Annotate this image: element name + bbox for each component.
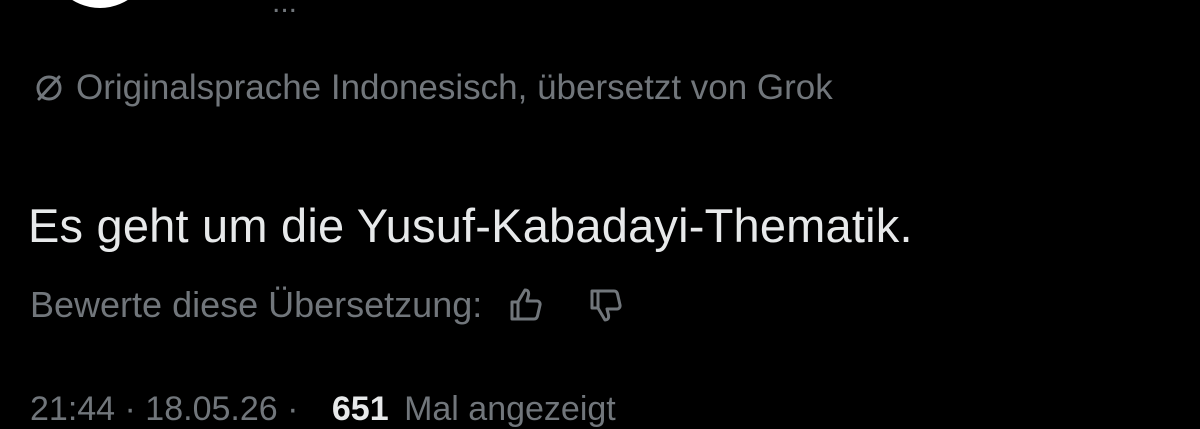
thumbs-down-icon — [590, 289, 622, 322]
author-name[interactable]: ... — [272, 0, 297, 20]
post-timestamp[interactable]: 21:44 · 18.05.26 · — [30, 390, 298, 428]
rate-translation-row: Bewerte diese Übersetzung: — [30, 282, 628, 328]
view-count-label: Mal angezeigt — [404, 390, 616, 428]
view-count: 651 — [331, 390, 389, 428]
translation-note-text: Originalsprache Indonesisch, übersetzt v… — [76, 68, 833, 107]
post-meta: 21:44 · 18.05.26 · 651 Mal angezeigt — [30, 390, 616, 429]
rate-translation-label: Bewerte diese Übersetzung: — [30, 284, 483, 325]
thumbs-up-icon — [510, 288, 542, 321]
thumbs-down-button[interactable] — [582, 282, 628, 328]
no-translate-icon — [36, 75, 62, 101]
thumbs-up-button[interactable] — [502, 282, 548, 328]
translation-note: Originalsprache Indonesisch, übersetzt v… — [32, 68, 833, 108]
avatar[interactable] — [48, 0, 152, 8]
post-text: Es geht um die Yusuf-Kabadayi-Thematik. — [28, 199, 913, 252]
